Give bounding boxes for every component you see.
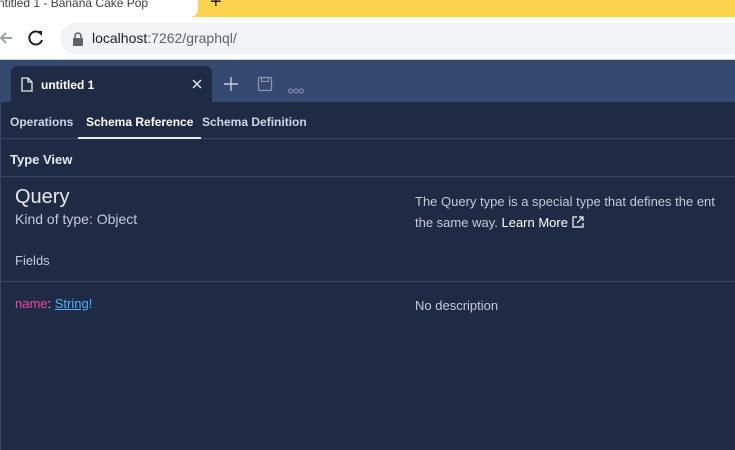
- document-tab[interactable]: untitled 1: [11, 66, 212, 102]
- url-path: :7262/graphql/: [147, 30, 237, 46]
- type-description-line2: the same way. Learn More: [415, 212, 735, 233]
- tab-operations[interactable]: Operations: [10, 102, 73, 139]
- field-row: name: String!: [15, 296, 92, 311]
- type-description: The Query type is a special type that de…: [415, 191, 735, 233]
- fields-divider: [1, 281, 735, 282]
- file-icon: [21, 77, 33, 92]
- document-tabbar: untitled 1: [1, 60, 735, 102]
- lock-icon: [72, 32, 84, 46]
- close-icon[interactable]: [191, 77, 203, 89]
- more-icon[interactable]: [288, 81, 304, 94]
- view-tabs: Operations Schema Reference Schema Defin…: [1, 102, 735, 139]
- learn-more-label: Learn More: [501, 215, 568, 230]
- back-arrow-icon[interactable]: [0, 27, 16, 49]
- field-type-link[interactable]: String: [55, 296, 89, 311]
- url-text: localhost:7262/graphql/: [92, 30, 237, 46]
- url-host: localhost: [92, 30, 148, 46]
- fields-label: Fields: [15, 253, 50, 268]
- type-kind: Kind of type: Object: [15, 211, 138, 227]
- type-description-line2-text: the same way.: [415, 215, 498, 230]
- field-name: name: [15, 296, 48, 311]
- type-name: Query: [15, 186, 70, 208]
- tab-schema-reference[interactable]: Schema Reference: [78, 102, 202, 139]
- new-tab-button[interactable]: +: [210, 0, 222, 12]
- browser-toolbar: localhost:7262/graphql/: [0, 17, 735, 60]
- reload-icon[interactable]: [26, 28, 46, 48]
- document-tab-title: untitled 1: [41, 78, 95, 92]
- browser-tab-title: ntitled 1 - Banana Cake Pop: [0, 0, 149, 10]
- field-description: No description: [415, 298, 499, 313]
- field-separator: :: [47, 296, 55, 311]
- field-non-null-marker: !: [88, 296, 93, 311]
- type-description-line1: The Query type is a special type that de…: [415, 194, 715, 209]
- browser-tab[interactable]: ntitled 1 - Banana Cake Pop: [0, 0, 198, 17]
- type-view-header: Type View: [1, 139, 735, 177]
- external-link-icon: [571, 214, 585, 228]
- save-icon[interactable]: [257, 76, 273, 92]
- type-view-label: Type View: [10, 152, 73, 167]
- learn-more-link[interactable]: Learn More: [501, 215, 584, 230]
- browser-tab-strip: ntitled 1 - Banana Cake Pop +: [0, 0, 735, 17]
- banana-cake-pop-app: untitled 1 Operations Schema Reference S…: [0, 60, 735, 450]
- tab-schema-definition[interactable]: Schema Definition: [202, 102, 307, 139]
- plus-icon[interactable]: [223, 76, 239, 92]
- address-bar[interactable]: localhost:7262/graphql/: [60, 23, 735, 54]
